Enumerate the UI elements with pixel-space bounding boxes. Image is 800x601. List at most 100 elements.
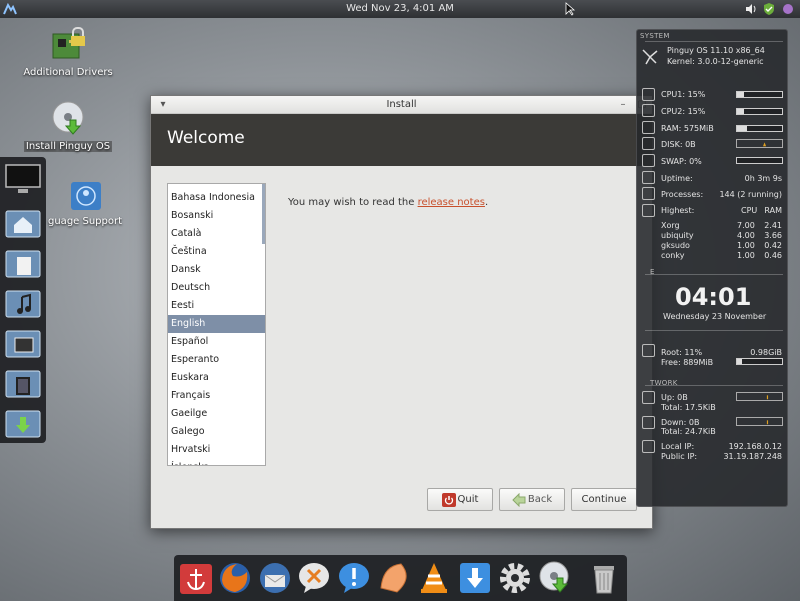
anchor-icon[interactable] — [178, 560, 214, 596]
ram-bar-fill — [737, 126, 747, 131]
ram-icon — [642, 121, 655, 134]
pictures-folder-icon[interactable] — [4, 325, 42, 359]
separator — [645, 41, 783, 42]
language-option[interactable]: Deutsch — [168, 279, 265, 297]
desktop-icon-install-pinguy[interactable]: Install Pinguy OS — [20, 100, 116, 152]
upload-speed: Up: 0B — [661, 393, 688, 402]
proc-name: gksudo — [661, 241, 690, 250]
release-notes-text: You may wish to read the release notes. — [288, 197, 488, 208]
shield-icon[interactable] — [762, 2, 776, 16]
desktop-icon-label: Install Pinguy OS — [23, 141, 113, 152]
settings-gear-icon[interactable] — [497, 560, 533, 596]
conky-system-monitor: SYSTEM Pinguy OS 11.10 x86_64 Kernel: 3.… — [636, 29, 788, 507]
release-notes-link[interactable]: release notes — [418, 197, 485, 208]
pinguy-menu-icon[interactable] — [2, 1, 18, 17]
language-list[interactable]: Bahasa Indonesia Bosanski Català Čeština Dan… — [167, 183, 266, 466]
install-disc-icon — [52, 101, 84, 135]
language-option[interactable]: Dansk — [168, 261, 265, 279]
proc-ram: 0.46 — [764, 251, 782, 260]
swap-label: SWAP: 0% — [661, 157, 702, 166]
monitor-icon[interactable] — [4, 163, 42, 197]
language-option[interactable]: Eesti — [168, 297, 265, 315]
language-option[interactable]: Català — [168, 225, 265, 243]
swap-bar — [736, 157, 783, 164]
release-notes-prefix: You may wish to read the — [288, 197, 418, 208]
language-option[interactable]: Français — [168, 387, 265, 405]
network-tree-icon — [642, 49, 658, 65]
upload-graph — [736, 392, 783, 401]
language-option[interactable]: Galego — [168, 423, 265, 441]
proc-name: ubiquity — [661, 231, 694, 240]
root-size: 0.98GiB — [750, 348, 782, 357]
proc-name: conky — [661, 251, 685, 260]
cpu1-label: CPU1: 15% — [661, 90, 706, 99]
trash-icon[interactable] — [586, 560, 622, 596]
slice-icon[interactable] — [377, 560, 413, 596]
minimize-icon[interactable]: – — [617, 99, 629, 111]
clock[interactable]: Wed Nov 23, 4:01 AM — [346, 3, 454, 14]
proc-cpu: 1.00 — [737, 251, 755, 260]
install-disc-icon[interactable] — [537, 560, 573, 596]
upload-total: Total: 17.5KiB — [661, 403, 716, 412]
os-name: Pinguy OS 11.10 x86_64 — [667, 46, 765, 55]
language-option[interactable]: Bosanski — [168, 207, 265, 225]
notification-icon[interactable] — [336, 560, 372, 596]
install-window: ▾ Install – ▢ Welcome Bahasa IndonesiaBo… — [150, 95, 653, 529]
downloads-folder-icon[interactable] — [4, 405, 42, 439]
separator — [645, 385, 783, 386]
firefox-icon[interactable] — [217, 560, 253, 596]
process-icon — [642, 187, 655, 200]
thunderbird-icon[interactable] — [257, 560, 293, 596]
highest-label: Highest: — [661, 206, 695, 215]
language-option[interactable]: Čeština — [168, 243, 265, 261]
language-option[interactable]: English — [168, 315, 265, 333]
videos-folder-icon[interactable] — [4, 365, 42, 399]
home-folder-icon[interactable] — [4, 205, 42, 239]
cpu2-bar-fill — [737, 109, 744, 114]
desktop-icon-additional-drivers[interactable]: Additional Drivers — [20, 26, 116, 78]
processes-label: Processes: — [661, 190, 704, 199]
language-option[interactable]: Español — [168, 333, 265, 351]
local-ip-label: Local IP: — [661, 442, 695, 451]
page-title: Welcome — [167, 128, 245, 148]
local-ip: 192.168.0.12 — [728, 442, 782, 451]
music-folder-icon[interactable] — [4, 285, 42, 319]
kernel-version: Kernel: 3.0.0-12-generic — [667, 57, 764, 66]
language-option[interactable]: Bahasa Indonesia — [168, 189, 265, 207]
volume-icon[interactable] — [744, 2, 758, 16]
language-option[interactable]: Hrvatski — [168, 441, 265, 459]
upload-icon — [642, 391, 655, 404]
back-button[interactable]: Back — [499, 488, 565, 511]
ram-bar — [736, 125, 783, 132]
proc-cpu: 1.00 — [737, 241, 755, 250]
left-dock — [0, 157, 46, 443]
window-title: Install — [386, 99, 417, 110]
ram-column-header: RAM — [764, 206, 782, 215]
quit-button[interactable]: Quit — [427, 488, 493, 511]
window-titlebar[interactable]: ▾ Install – ▢ — [151, 96, 652, 114]
proc-ram: 3.66 — [764, 231, 782, 240]
ram-label: RAM: 575MiB — [661, 124, 714, 133]
proc-ram: 2.41 — [764, 221, 782, 230]
cpu1-bar — [736, 91, 783, 98]
vlc-icon[interactable] — [416, 560, 452, 596]
window-menu-icon[interactable]: ▾ — [157, 99, 169, 111]
language-option[interactable]: Gaeilge — [168, 405, 265, 423]
documents-folder-icon[interactable] — [4, 245, 42, 279]
public-ip: 31.19.187.248 — [723, 452, 782, 461]
conky-time: 04:01 — [675, 283, 752, 311]
language-option[interactable]: Esperanto — [168, 351, 265, 369]
processes-value: 144 (2 running) — [719, 190, 782, 199]
hdd-icon — [642, 344, 655, 357]
cpu2-label: CPU2: 15% — [661, 107, 706, 116]
proc-name: Xorg — [661, 221, 680, 230]
language-option[interactable]: Euskara — [168, 369, 265, 387]
language-option[interactable]: Íslenska — [168, 459, 265, 465]
chat-icon[interactable] — [296, 560, 332, 596]
desktop-icon-language-support[interactable]: guage Support — [46, 180, 126, 227]
download-icon[interactable] — [457, 560, 493, 596]
chart-icon — [642, 204, 655, 217]
continue-button[interactable]: Continue — [571, 488, 637, 511]
uptime-label: Uptime: — [661, 174, 693, 183]
system-indicator-icon[interactable] — [781, 2, 795, 16]
